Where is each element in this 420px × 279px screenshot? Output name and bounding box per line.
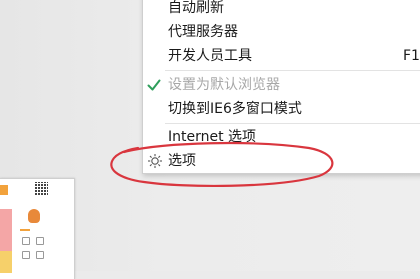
thumbnail-orange-bar: [20, 229, 30, 231]
mascot-image: [28, 209, 40, 223]
menu-item-set-default-browser: 设置为默认浏览器: [168, 77, 280, 93]
tools-dropdown-menu: 自动刷新 代理服务器 开发人员工具 F1 设置为默认浏览器 切换到IE6多窗口模…: [142, 0, 420, 174]
menu-item-proxy-server[interactable]: 代理服务器: [168, 23, 238, 41]
menu-item-developer-tools[interactable]: 开发人员工具: [168, 47, 252, 65]
menu-separator: [165, 123, 420, 124]
thumbnail-yellow-banner: [0, 251, 12, 273]
qr-code-icon: [35, 182, 48, 195]
thumbnail-app-icon: [36, 251, 44, 259]
thumbnail-app-icon: [22, 237, 30, 245]
thumbnail-app-icon: [22, 251, 30, 259]
menu-separator: [165, 70, 420, 71]
menu-item-auto-refresh[interactable]: 自动刷新: [168, 0, 224, 17]
developer-tools-shortcut: F1: [403, 48, 420, 64]
page-thumbnail[interactable]: [0, 178, 75, 279]
thumbnail-app-icon: [36, 237, 44, 245]
gear-icon: [148, 154, 162, 168]
menu-item-ie6-multi-window-mode[interactable]: 切换到IE6多窗口模式: [168, 100, 302, 118]
menu-item-options[interactable]: 选项: [168, 152, 196, 170]
checkmark-icon: [147, 79, 161, 91]
thumbnail-orange-block: [0, 185, 8, 195]
thumbnail-pink-banner: [0, 209, 12, 254]
menu-item-internet-options[interactable]: Internet 选项: [168, 128, 256, 146]
